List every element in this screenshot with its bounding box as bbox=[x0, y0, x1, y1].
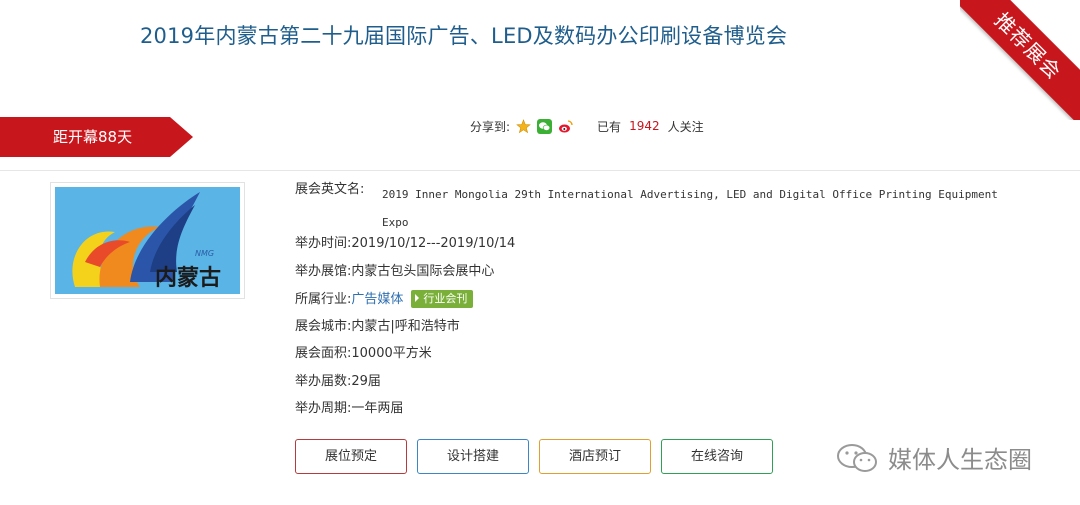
sessions-label: 举办届数: bbox=[295, 373, 352, 389]
expo-info: 展会英文名: 2019 Inner Mongolia 29th Internat… bbox=[295, 181, 1035, 428]
industry-row: 所属行业:广告媒体 行业会刊 bbox=[295, 290, 1035, 318]
industry-journal-tag[interactable]: 行业会刊 bbox=[411, 290, 474, 308]
logo-small-text: NMG bbox=[195, 249, 215, 258]
industry-label: 所属行业: bbox=[295, 292, 352, 307]
city-label: 展会城市: bbox=[295, 318, 352, 334]
logo-graphic: NMG 内蒙古 bbox=[55, 187, 240, 294]
area-value: 10000平方米 bbox=[351, 346, 432, 361]
venue-label: 举办展馆: bbox=[295, 263, 352, 279]
industry-journal-label: 行业会刊 bbox=[423, 292, 468, 305]
english-name-line-1: 2019 Inner Mongolia 29th International A… bbox=[382, 188, 998, 201]
page-title: 2019年内蒙古第二十九届国际广告、LED及数码办公印刷设备博览会 bbox=[140, 24, 788, 48]
english-name-line-2: Expo bbox=[382, 216, 409, 229]
time-row: 举办时间:2019/10/12---2019/10/14 bbox=[295, 235, 1035, 263]
countdown-banner: 距开幕88天 bbox=[0, 117, 193, 157]
english-name-row: 展会英文名: 2019 Inner Mongolia 29th Internat… bbox=[295, 181, 1035, 235]
follow-count: 1942 bbox=[629, 119, 660, 133]
venue-row: 举办展馆:内蒙古包头国际会展中心 bbox=[295, 263, 1035, 291]
industry-link[interactable]: 广告媒体 bbox=[351, 292, 403, 307]
recommended-ribbon: 推荐展会 bbox=[960, 0, 1080, 120]
sessions-row: 举办届数:29届 bbox=[295, 373, 1035, 401]
venue-value: 内蒙古包头国际会展中心 bbox=[351, 263, 495, 279]
area-label: 展会面积: bbox=[295, 346, 352, 361]
follow-suffix: 人关注 bbox=[667, 119, 704, 134]
weibo-icon[interactable] bbox=[558, 119, 573, 134]
city-value: 内蒙古|呼和浩特市 bbox=[351, 318, 460, 334]
time-label: 举办时间: bbox=[295, 236, 352, 251]
share-bar: 分享到: 已有 1942 人关注 bbox=[470, 118, 704, 134]
hotel-booking-button[interactable]: 酒店预订 bbox=[539, 439, 651, 474]
expo-logo: NMG 内蒙古 bbox=[50, 182, 245, 299]
cycle-row: 举办周期:一年两届 bbox=[295, 400, 1035, 428]
time-value: 2019/10/12---2019/10/14 bbox=[351, 236, 516, 251]
city-row: 展会城市:内蒙古|呼和浩特市 bbox=[295, 318, 1035, 346]
follow-prefix: 已有 bbox=[597, 119, 622, 134]
area-row: 展会面积:10000平方米 bbox=[295, 345, 1035, 373]
cycle-value: 一年两届 bbox=[351, 401, 404, 416]
cycle-label: 举办周期: bbox=[295, 401, 352, 416]
wechat-icon[interactable] bbox=[537, 118, 553, 134]
recommended-ribbon-label: 推荐展会 bbox=[960, 0, 1080, 120]
watermark: 媒体人生态圈 bbox=[836, 440, 1032, 475]
section-divider bbox=[0, 170, 1080, 171]
wechat-watermark-icon bbox=[836, 442, 880, 474]
design-build-button[interactable]: 设计搭建 bbox=[417, 439, 529, 474]
english-name-label: 展会英文名: bbox=[295, 182, 365, 197]
logo-text: 内蒙古 bbox=[155, 265, 222, 291]
share-label: 分享到: bbox=[470, 119, 511, 134]
online-consult-button[interactable]: 在线咨询 bbox=[661, 439, 773, 474]
english-name-value: 2019 Inner Mongolia 29th International A… bbox=[382, 181, 1032, 237]
watermark-text: 媒体人生态圈 bbox=[888, 446, 1032, 474]
sessions-value: 29届 bbox=[351, 373, 381, 389]
star-icon[interactable] bbox=[516, 118, 531, 134]
play-icon bbox=[415, 294, 420, 302]
booth-reservation-button[interactable]: 展位预定 bbox=[295, 439, 407, 474]
